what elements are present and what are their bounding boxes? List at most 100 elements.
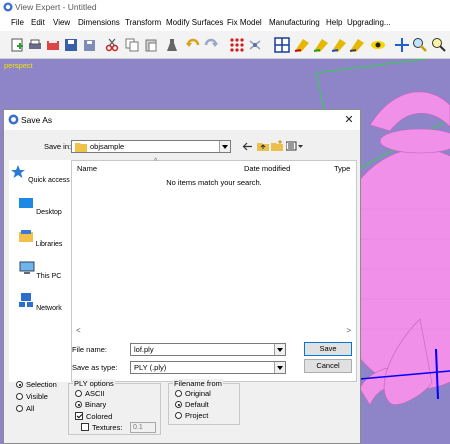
checkbox-icon: [81, 423, 89, 431]
binary-radio[interactable]: Binary: [75, 400, 106, 409]
open-icon[interactable]: [45, 37, 61, 53]
place-label: Network: [36, 305, 62, 312]
save-button[interactable]: Save: [304, 342, 352, 356]
ply-options-group: PLY options ASCII Binary Colored Texture…: [68, 379, 161, 435]
menu-help[interactable]: Help: [326, 18, 342, 27]
app-logo-icon: [8, 114, 19, 125]
menu-upgrading[interactable]: Upgrading...: [347, 18, 391, 27]
place-label: Desktop: [36, 209, 62, 216]
filename-from-title: Filename from: [173, 379, 223, 388]
zoom-icon[interactable]: [412, 37, 428, 53]
save-in-dropdown[interactable]: objsample: [71, 140, 231, 153]
place-desktop[interactable]: Desktop: [9, 196, 71, 216]
shade-red-icon[interactable]: [294, 37, 310, 53]
grid-points-icon[interactable]: [229, 37, 245, 53]
library-icon: [18, 230, 33, 242]
scope-selection-radio[interactable]: Selection: [16, 380, 57, 389]
empty-message: No items match your search.: [166, 178, 262, 187]
place-network[interactable]: Network: [9, 292, 71, 312]
shade-green-icon[interactable]: [313, 37, 329, 53]
scroll-left-icon[interactable]: <: [76, 326, 81, 335]
menu-bar: File Edit View Dimensions Transform Modi…: [0, 15, 450, 31]
scope-label: Visible: [26, 392, 48, 401]
connect-points-icon[interactable]: [247, 37, 263, 53]
undo-icon[interactable]: [185, 37, 201, 53]
scope-all-radio[interactable]: All: [16, 404, 34, 413]
colored-checkbox[interactable]: Colored: [75, 412, 112, 421]
up-folder-icon[interactable]: [257, 140, 269, 152]
menu-fix-model[interactable]: Fix Model: [227, 18, 262, 27]
radio-icon: [175, 412, 182, 419]
save-as-dialog: Save As ✕ Save in: objsample Quick acces…: [3, 109, 361, 444]
textures-label: Textures:: [92, 423, 123, 432]
paste-icon[interactable]: [143, 37, 159, 53]
place-quick-access[interactable]: Quick access: [9, 164, 71, 184]
menu-modify-surfaces[interactable]: Modify Surfaces: [166, 18, 223, 27]
dialog-title-bar: Save As ✕: [4, 110, 360, 130]
menu-edit[interactable]: Edit: [31, 18, 45, 27]
place-libraries[interactable]: Libraries: [9, 228, 71, 248]
menu-file[interactable]: File: [11, 18, 24, 27]
textures-checkbox[interactable]: Textures:: [81, 423, 122, 432]
column-name[interactable]: Name: [77, 164, 97, 173]
view-menu-icon[interactable]: [286, 140, 304, 152]
scroll-right-icon[interactable]: >: [346, 326, 351, 335]
menu-dimensions[interactable]: Dimensions: [78, 18, 120, 27]
toolbar: [0, 31, 450, 59]
file-name-input[interactable]: lof.ply: [130, 343, 286, 356]
places-bar: Quick access Desktop Libraries This PC N…: [9, 160, 71, 382]
ascii-label: ASCII: [85, 389, 105, 398]
default-radio[interactable]: Default: [175, 400, 209, 409]
back-arrow-icon[interactable]: [242, 141, 253, 152]
cancel-button[interactable]: Cancel: [304, 359, 352, 373]
binary-label: Binary: [85, 400, 107, 409]
file-name-label: File name:: [72, 345, 108, 354]
shade-blue-icon[interactable]: [331, 37, 347, 53]
radio-icon: [16, 405, 23, 412]
eye-icon[interactable]: [370, 37, 386, 53]
project-radio[interactable]: Project: [175, 411, 208, 420]
menu-transform[interactable]: Transform: [125, 18, 161, 27]
new-file-icon[interactable]: [9, 37, 25, 53]
save-as-type-dropdown[interactable]: PLY (.ply): [130, 361, 286, 374]
column-type[interactable]: Type: [334, 164, 350, 173]
network-icon: [19, 293, 34, 307]
copy-icon[interactable]: [124, 37, 140, 53]
radio-icon: [175, 390, 182, 397]
close-icon[interactable]: ✕: [342, 113, 356, 127]
horizontal-scrollbar[interactable]: < >: [71, 324, 357, 335]
zoom-extents-icon[interactable]: [431, 37, 447, 53]
save-all-icon[interactable]: [81, 37, 97, 53]
colored-label: Colored: [86, 412, 113, 421]
chevron-down-icon[interactable]: [274, 362, 285, 373]
chevron-down-icon[interactable]: [274, 344, 285, 355]
menu-manufacturing[interactable]: Manufacturing: [269, 18, 320, 27]
cut-icon[interactable]: [104, 37, 120, 53]
save-in-value: objsample: [90, 142, 125, 151]
ply-options-title: PLY options: [73, 379, 115, 388]
new-folder-icon[interactable]: [271, 140, 283, 152]
original-radio[interactable]: Original: [175, 389, 211, 398]
folder-icon: [75, 143, 87, 152]
app-title-bar: View Expert - Untitled: [0, 0, 450, 15]
redo-icon[interactable]: [203, 37, 219, 53]
app-title: View Expert - Untitled: [15, 2, 97, 12]
chevron-down-icon[interactable]: [219, 141, 230, 152]
save-as-type-label: Save as type:: [72, 363, 118, 372]
default-label: Default: [185, 400, 209, 409]
scope-visible-radio[interactable]: Visible: [16, 392, 48, 401]
star-icon: [11, 165, 26, 178]
layout-icon[interactable]: [274, 37, 290, 53]
computer-icon: [19, 261, 35, 274]
print-icon[interactable]: [27, 37, 43, 53]
crosshair-icon[interactable]: [394, 37, 410, 53]
textures-input[interactable]: 0.1: [130, 422, 156, 433]
save-icon[interactable]: [63, 37, 79, 53]
column-date-modified[interactable]: Date modified: [244, 164, 290, 173]
place-this-pc[interactable]: This PC: [9, 260, 71, 280]
menu-view[interactable]: View: [53, 18, 70, 27]
properties-icon[interactable]: [164, 37, 180, 53]
scope-label: Selection: [26, 380, 57, 389]
shade-yellow-icon[interactable]: [349, 37, 365, 53]
ascii-radio[interactable]: ASCII: [75, 389, 105, 398]
